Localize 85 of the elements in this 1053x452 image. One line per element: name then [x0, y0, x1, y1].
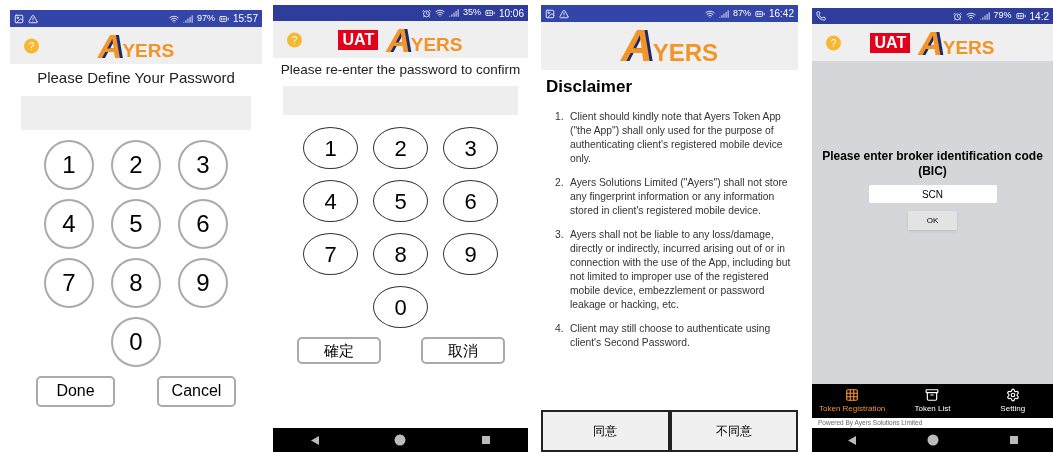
back-icon[interactable] — [847, 435, 856, 445]
signal-icon — [979, 11, 990, 21]
keypad-key[interactable]: 3 — [178, 139, 228, 190]
disclaimer-text: Client should kindly note that Ayers Token App ("the App") shall only used for the purpose of authenticating client's registered mobile device only. — [570, 109, 784, 166]
image-icon — [14, 13, 24, 24]
disclaimer-text: Ayers Solutions Limited ("Ayers") shall not store any fingerprint information or any information stored in client's registered mobile device. — [570, 175, 789, 218]
battery-percent: 79% — [993, 9, 1012, 23]
battery-icon — [754, 8, 765, 19]
wifi-icon — [704, 8, 715, 19]
keypad-key[interactable]: 1 — [44, 139, 94, 190]
tab-item[interactable]: Setting — [972, 387, 1053, 415]
keypad-key[interactable]: 7 — [303, 233, 358, 276]
battery-icon — [218, 13, 229, 24]
recents-icon[interactable] — [1009, 436, 1018, 444]
item-number: 1. — [555, 109, 565, 124]
keypad-key[interactable]: 7 — [44, 257, 94, 308]
home-icon[interactable] — [926, 434, 939, 446]
wifi-icon — [965, 11, 976, 21]
warning-icon — [559, 8, 569, 19]
keypad-key[interactable]: 0 — [111, 316, 161, 367]
dialog-button[interactable]: 確定 — [296, 337, 381, 365]
clock: 15:57 — [232, 12, 258, 26]
battery-icon — [484, 8, 495, 18]
uat-badge: UAT — [870, 32, 911, 53]
item-number: 3. — [555, 227, 565, 242]
clock: 14:2 — [1029, 9, 1049, 24]
keypad-key[interactable]: 0 — [373, 286, 428, 329]
item-number: 4. — [555, 321, 565, 336]
keypad-key[interactable]: 1 — [303, 127, 358, 170]
battery-percent: 87% — [732, 6, 751, 20]
ayers-logo: AYERS — [918, 25, 995, 60]
signal-icon — [718, 8, 729, 19]
image-icon — [545, 8, 555, 19]
clock: 16:42 — [768, 7, 794, 21]
grid-icon — [845, 387, 860, 402]
keypad-key[interactable]: 2 — [111, 139, 161, 190]
ok-button[interactable]: OK — [908, 211, 957, 230]
prompt-text: Please enter broker identification code (BIC) — [821, 149, 1044, 179]
phone-icon — [816, 11, 826, 21]
back-icon[interactable] — [310, 435, 319, 445]
dialog-button[interactable]: Cancel — [157, 375, 236, 407]
clock: 10:06 — [498, 6, 524, 21]
keypad-key[interactable]: 4 — [44, 198, 94, 249]
keypad-key[interactable]: 9 — [178, 257, 228, 308]
tab-item[interactable]: Token List — [892, 387, 973, 415]
battery-icon — [1015, 11, 1026, 21]
keypad-key[interactable]: 5 — [111, 198, 161, 249]
tab-item[interactable]: Token Registration — [812, 387, 893, 415]
uat-badge: UAT — [338, 29, 379, 50]
disclaimer-title: Disclaimer — [545, 76, 633, 98]
wifi-icon — [168, 13, 179, 24]
alarm-icon — [421, 8, 431, 18]
keypad-key[interactable]: 6 — [443, 180, 498, 223]
home-icon[interactable] — [394, 434, 407, 446]
keypad-key[interactable]: 8 — [373, 233, 428, 276]
disclaimer-text: Ayers shall not be liable to any loss/damage, directly or indirectly, incurred arising out of or in connection with the use of the App, including but not limited to improper use of the registered mobile device, embezzlement or password leakage or hacking, etc. — [570, 227, 792, 312]
keypad-key[interactable]: 4 — [303, 180, 358, 223]
keypad-key[interactable]: 2 — [373, 127, 428, 170]
keypad-key[interactable]: 9 — [443, 233, 498, 276]
battery-percent: 97% — [196, 11, 215, 25]
agreement-button[interactable]: 不同意 — [669, 410, 798, 452]
box-icon — [925, 387, 940, 402]
keypad-key[interactable]: 8 — [111, 257, 161, 308]
wifi-icon — [434, 8, 445, 18]
dialog-button[interactable]: Done — [36, 375, 115, 407]
keypad-key[interactable]: 5 — [373, 180, 428, 223]
item-number: 2. — [555, 175, 565, 190]
settings-icon — [1005, 387, 1020, 402]
warning-icon — [28, 13, 38, 24]
dialog-button[interactable]: 取消 — [420, 337, 505, 365]
bic-field[interactable]: SCN — [868, 185, 997, 203]
prompt-text: Please Define Your Password — [37, 68, 235, 88]
signal-icon — [448, 8, 459, 18]
ayers-logo: AYERS — [386, 22, 463, 57]
battery-percent: 35% — [462, 6, 481, 20]
keypad-key[interactable]: 3 — [443, 127, 498, 170]
keypad-key[interactable]: 6 — [178, 198, 228, 249]
recents-icon[interactable] — [482, 436, 491, 444]
disclaimer-text: Client may still choose to authenticate using client's Second Password. — [570, 321, 772, 350]
alarm-icon — [952, 11, 962, 21]
ayers-logo: AYERS — [620, 24, 719, 68]
agreement-button[interactable]: 同意 — [541, 410, 670, 452]
prompt-text: Please re-enter the password to confirm — [280, 61, 521, 79]
ayers-logo: AYERS — [97, 28, 175, 63]
signal-icon — [182, 13, 193, 24]
